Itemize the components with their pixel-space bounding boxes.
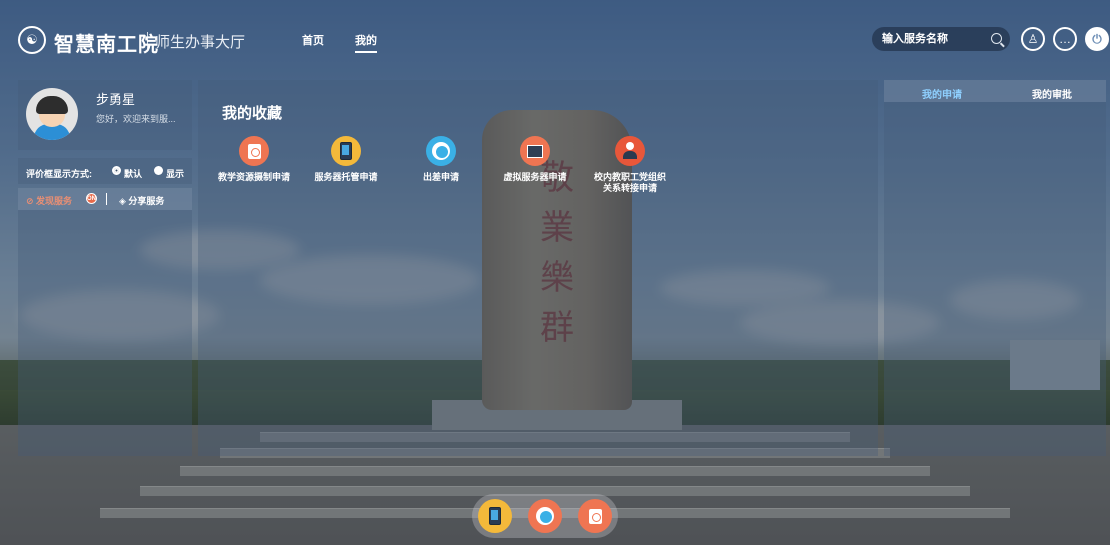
globe-icon: [426, 136, 456, 166]
favorite-item-teaching-resource[interactable]: 教学资源摄制申请: [204, 136, 304, 183]
favorite-item-business-trip[interactable]: 出差申请: [391, 136, 491, 183]
favorite-label: 虚拟服务器申请: [503, 172, 567, 182]
radio-show[interactable]: [154, 166, 163, 175]
shirt-icon[interactable]: ♙: [1021, 27, 1045, 51]
shirt-glyph: ♙: [1027, 32, 1039, 46]
brand-divider: [147, 32, 148, 50]
radio-default[interactable]: [112, 166, 121, 175]
favorite-label-line: 关系转接申请: [602, 183, 657, 193]
favorite-label-line: 校内教职工党组织: [593, 172, 666, 182]
power-glyph: ⏻: [1092, 31, 1102, 46]
tab-share-services[interactable]: ◈ 分享服务: [119, 194, 164, 207]
search-box: [872, 27, 1010, 51]
nav-mine[interactable]: 我的: [355, 32, 377, 53]
search-input[interactable]: [882, 30, 987, 48]
radio-default-label: 默认: [124, 169, 143, 179]
top-header: ☯ 智慧南工院 师生办事大厅 首页 我的 ♙ … ⏻: [0, 0, 1110, 78]
favorite-label: 出差申请: [422, 172, 459, 182]
chat-glyph: …: [1059, 32, 1071, 46]
favorite-label: 服务器托管申请: [314, 172, 378, 182]
applications-panel: 我的申请 我的审批: [884, 80, 1106, 456]
status-badge: ON: [86, 193, 97, 204]
favorite-label: 教学资源摄制申请: [217, 172, 290, 182]
tablet-icon[interactable]: [478, 499, 512, 533]
favorite-item-virtual-server[interactable]: 虚拟服务器申请: [485, 136, 585, 183]
tab-my-applications[interactable]: 我的申请: [922, 86, 962, 101]
favorite-label: 校内教职工党组织 关系转接申请: [580, 172, 680, 194]
favorites-title: 我的收藏: [222, 105, 283, 122]
tab-discover-services[interactable]: ⊘ 发现服务: [26, 194, 72, 207]
camera-doc-icon[interactable]: [578, 499, 612, 533]
camera-doc-icon: [239, 136, 269, 166]
favorite-item-server-hosting[interactable]: 服务器托管申请: [296, 136, 396, 183]
person-icon: [615, 136, 645, 166]
evaluation-label: 评价框显示方式:: [26, 169, 92, 179]
brand-subtitle: 师生办事大厅: [155, 34, 246, 51]
avatar[interactable]: [26, 88, 78, 140]
book-icon[interactable]: [528, 499, 562, 533]
evaluation-display-setting: 评价框显示方式: 默认 显示: [18, 158, 192, 184]
tablet-icon: [331, 136, 361, 166]
school-logo-icon[interactable]: ☯: [18, 26, 46, 54]
service-tabs: ⊘ 发现服务 ON ◈ 分享服务: [18, 188, 192, 210]
left-content-area: [18, 210, 192, 456]
nav-home[interactable]: 首页: [302, 32, 324, 48]
brand-title[interactable]: 智慧南工院: [54, 28, 159, 57]
power-icon[interactable]: ⏻: [1085, 27, 1109, 51]
user-greeting: 您好，欢迎来到服...: [96, 114, 176, 124]
tab-divider: [106, 193, 107, 205]
applications-tabs: 我的申请 我的审批: [884, 80, 1106, 102]
tab-my-approvals[interactable]: 我的审批: [1032, 86, 1072, 101]
whiteboard-icon: [520, 136, 550, 166]
user-name: 步勇星: [96, 92, 136, 107]
tab-discover-label: 发现服务: [36, 196, 73, 206]
search-icon[interactable]: [991, 33, 1002, 44]
favorites-panel: 我的收藏 教学资源摄制申请 服务器托管申请 出差申请 虚拟服务器申请 校内教职工…: [198, 80, 878, 456]
chat-icon[interactable]: …: [1053, 27, 1077, 51]
radio-show-label: 显示: [166, 169, 185, 179]
logo-glyph: ☯: [26, 32, 38, 47]
quick-dock: [472, 494, 618, 538]
favorite-item-party-transfer[interactable]: 校内教职工党组织 关系转接申请: [580, 136, 680, 194]
tab-share-label: 分享服务: [128, 196, 165, 206]
profile-card: 步勇星 您好，欢迎来到服...: [18, 80, 192, 150]
